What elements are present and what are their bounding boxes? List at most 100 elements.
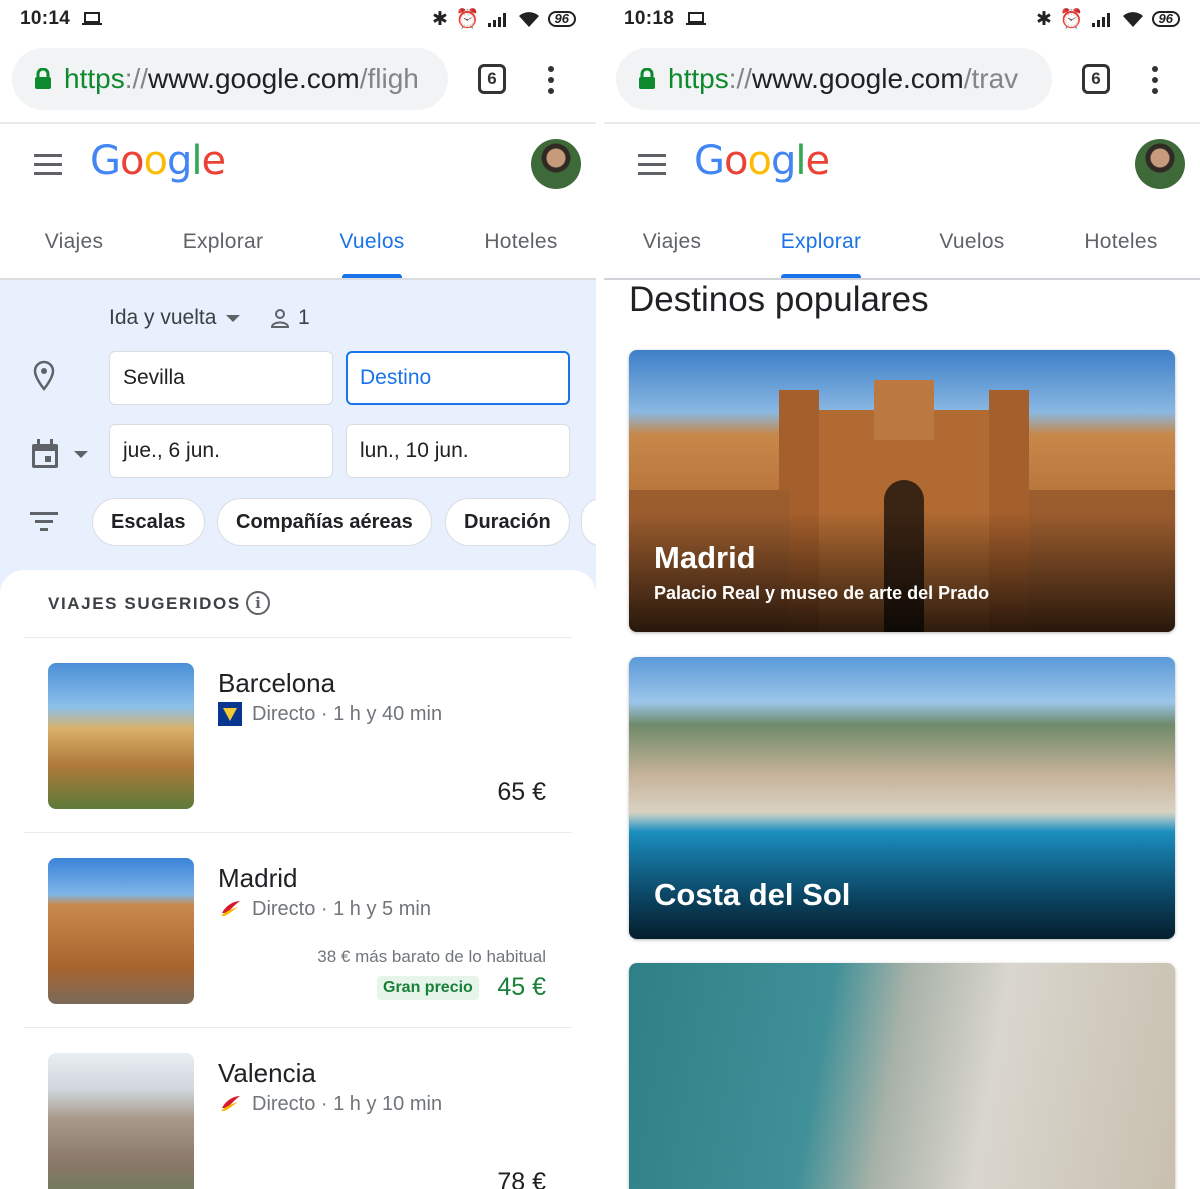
person-icon (270, 309, 290, 328)
tab-label: Hoteles (1084, 230, 1158, 253)
lock-icon (639, 68, 655, 89)
tab-viajes[interactable]: Viajes (612, 214, 732, 278)
url-text: https://www.google.com/fligh (64, 63, 419, 95)
phone-explore-screen: 10:18 ✱ ⏰ 96 https://www.google.com/trav… (604, 0, 1200, 1189)
bluetooth-icon: ✱ (1035, 8, 1052, 30)
destination-card[interactable] (629, 963, 1175, 1189)
lock-icon (35, 68, 51, 89)
depart-date-field[interactable]: jue., 6 jun. (109, 424, 333, 478)
tab-switcher-button[interactable]: 6 (1082, 64, 1110, 94)
tab-vuelos[interactable]: Vuelos (320, 214, 424, 278)
laptop-icon (82, 12, 103, 25)
status-bar: 10:14 ✱ ⏰ 96 (0, 0, 596, 38)
phone-flights-screen: 10:14 ✱ ⏰ 96 https://www.google.com/flig… (0, 0, 596, 1189)
destination-subtitle: Palacio Real y museo de arte del Prado (654, 583, 990, 603)
return-date-field[interactable]: lun., 10 jun. (346, 424, 570, 478)
status-bar: 10:18 ✱ ⏰ 96 (604, 0, 1200, 38)
url-scheme: https (64, 63, 125, 94)
destination-card-costa-del-sol[interactable]: Costa del Sol (629, 657, 1175, 939)
trip-info: Directo · 1 h y 40 min (218, 702, 442, 726)
tab-hoteles[interactable]: Hoteles (1066, 214, 1176, 278)
location-pin-icon (33, 360, 55, 391)
filter-chip-escalas[interactable]: Escalas (92, 498, 205, 546)
passengers-count: 1 (298, 306, 310, 329)
google-logo[interactable]: Google (694, 138, 830, 184)
avatar[interactable] (1135, 139, 1185, 189)
valencia-thumbnail[interactable] (48, 1053, 194, 1189)
trip-info: Directo · 1 h y 10 min (218, 1092, 442, 1116)
divider (24, 1027, 572, 1028)
iberia-express-icon (221, 901, 240, 916)
url-bar[interactable]: https://www.google.com/trav (616, 48, 1052, 110)
travel-tabs: Viajes Explorar Vuelos Hoteles (0, 214, 596, 278)
browser-menu-icon[interactable] (1152, 66, 1158, 99)
tab-label: Vuelos (339, 230, 405, 253)
hamburger-menu-icon[interactable] (638, 154, 666, 181)
dropdown-caret-icon (226, 314, 241, 322)
destination-name: Costa del Sol (654, 877, 851, 912)
filter-chip-duracion[interactable]: Duración (445, 498, 570, 546)
trip-info: Directo · 1 h y 5 min (218, 897, 431, 921)
tab-explorar[interactable]: Explorar (760, 214, 882, 278)
battery-indicator: 96 (547, 11, 576, 27)
divider (24, 832, 572, 833)
passengers-select[interactable]: 1 (270, 306, 310, 330)
url-bar[interactable]: https://www.google.com/fligh (12, 48, 448, 110)
status-time: 10:14 (20, 8, 71, 29)
dropdown-caret-icon (74, 451, 88, 458)
trip-price: 65 € (497, 778, 546, 806)
date-picker-toggle[interactable] (30, 438, 88, 475)
google-logo[interactable]: Google (90, 138, 226, 184)
alarm-icon: ⏰ (1059, 9, 1084, 30)
iberia-icon (221, 1096, 240, 1111)
destination-card-madrid[interactable]: Madrid Palacio Real y museo de arte del … (629, 350, 1175, 632)
tab-explorar[interactable]: Explorar (162, 214, 284, 278)
bluetooth-icon: ✱ (431, 8, 448, 30)
tab-label: Viajes (44, 230, 104, 253)
hamburger-menu-icon[interactable] (34, 154, 62, 181)
tab-label: Explorar (182, 230, 264, 253)
travel-tabs: Viajes Explorar Vuelos Hoteles (604, 214, 1200, 278)
trip-price: 45 € (497, 973, 546, 1001)
laptop-icon (686, 12, 707, 25)
battery-indicator: 96 (1151, 11, 1180, 27)
ryanair-icon (218, 702, 242, 726)
tab-label: Vuelos (939, 230, 1005, 253)
tab-label: Explorar (780, 230, 862, 253)
calendar-icon (32, 439, 58, 468)
url-scheme: https (668, 63, 729, 94)
url-path: /fligh (359, 63, 419, 94)
great-price-badge: Gran precio (377, 976, 479, 1000)
filter-chip-companias[interactable]: Compañías aéreas (217, 498, 432, 546)
browser-menu-icon[interactable] (548, 66, 554, 99)
tab-label: Hoteles (484, 230, 558, 253)
url-separator: :// (124, 63, 149, 94)
tab-hoteles[interactable]: Hoteles (466, 214, 576, 278)
destination-field[interactable]: Destino (346, 351, 570, 405)
divider (24, 637, 572, 638)
wifi-icon (518, 12, 539, 27)
trip-city[interactable]: Madrid (218, 863, 297, 894)
url-text: https://www.google.com/trav (668, 63, 1018, 95)
signal-icon (1091, 13, 1110, 27)
tab-viajes[interactable]: Viajes (14, 214, 134, 278)
trip-city[interactable]: Barcelona (218, 668, 335, 699)
info-icon[interactable]: i (246, 591, 270, 615)
trip-type-select[interactable]: Ida y vuelta (109, 306, 241, 330)
trip-price: 78 € (497, 1168, 546, 1189)
suggested-trips-title: VIAJES SUGERIDOS (48, 594, 241, 613)
origin-field[interactable]: Sevilla (109, 351, 333, 405)
filter-icon[interactable] (30, 511, 58, 533)
alarm-icon: ⏰ (455, 9, 480, 30)
tab-vuelos[interactable]: Vuelos (920, 214, 1024, 278)
url-separator: :// (728, 63, 753, 94)
trip-duration: Directo · 1 h y 10 min (252, 1092, 443, 1115)
tab-switcher-button[interactable]: 6 (478, 64, 506, 94)
madrid-thumbnail[interactable] (48, 858, 194, 1004)
barcelona-thumbnail[interactable] (48, 663, 194, 809)
destination-name: Madrid (654, 540, 756, 575)
wifi-icon (1122, 12, 1143, 27)
toolbar-divider (0, 122, 596, 124)
trip-city[interactable]: Valencia (218, 1058, 316, 1089)
avatar[interactable] (531, 139, 581, 189)
